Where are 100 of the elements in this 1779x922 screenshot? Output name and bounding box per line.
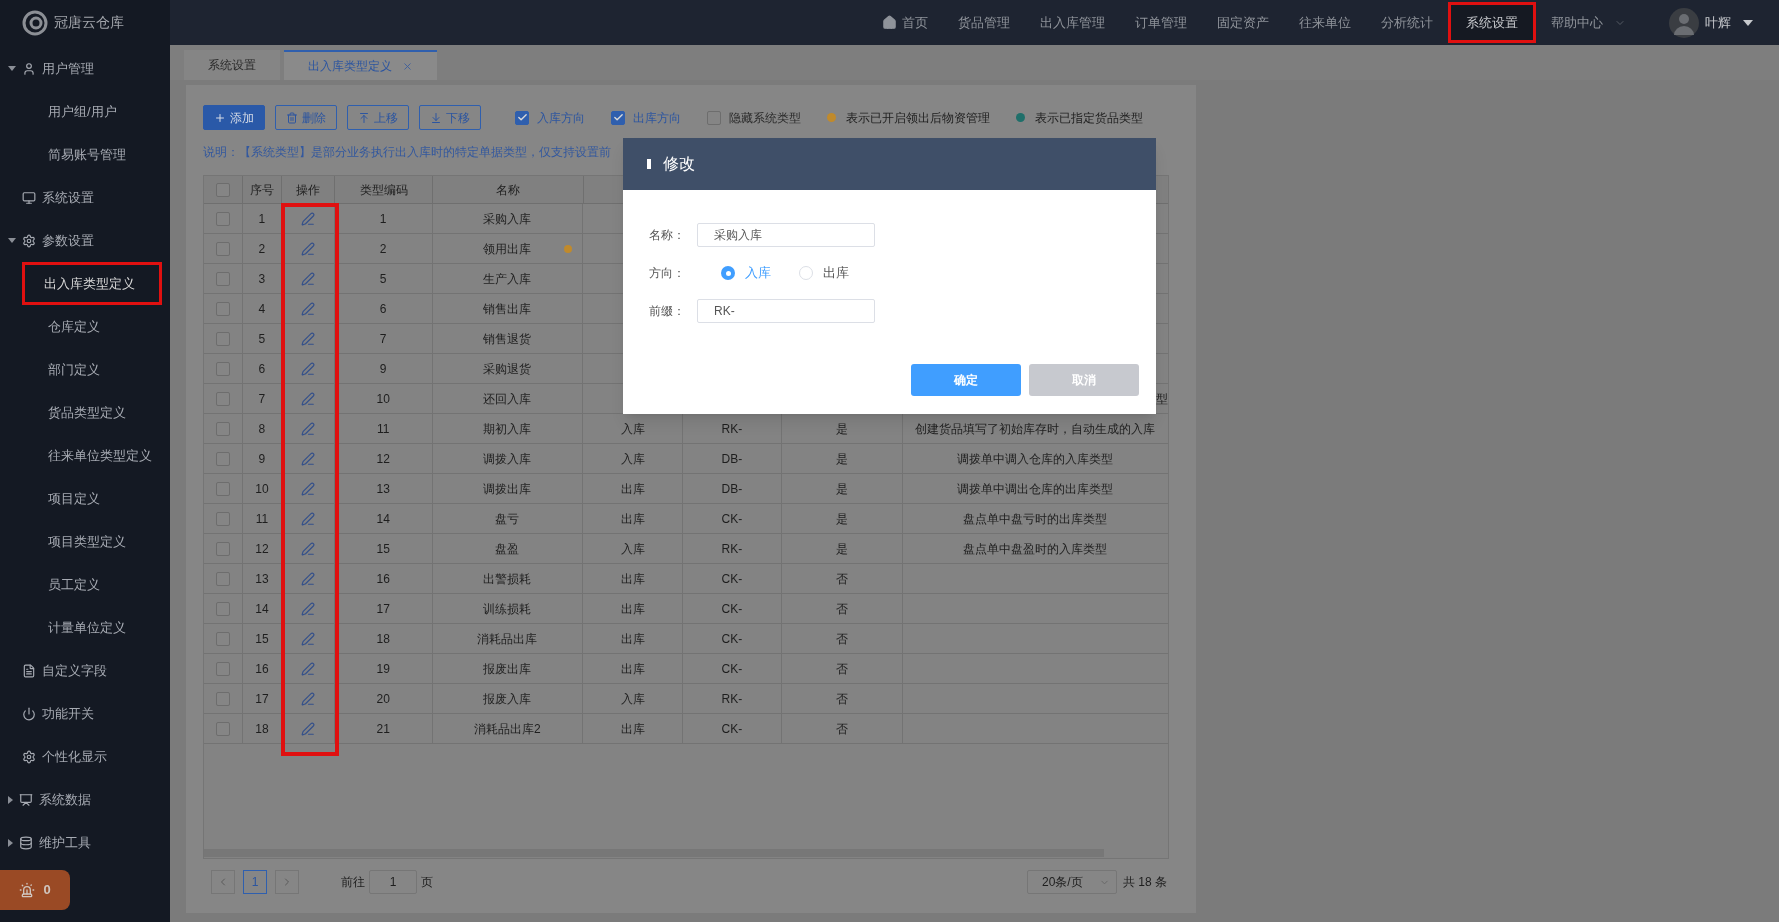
text-field[interactable]: RK- [697,299,875,323]
table-cell-text: 出库 [620,630,645,648]
table-cell-text: 是 [835,540,848,558]
sidebar-item[interactable]: 出入库类型定义 [22,262,162,305]
sidebar-group[interactable]: 系统设置 [0,176,170,219]
radio-option[interactable]: 出库 [799,263,849,283]
edit-icon[interactable] [300,571,315,586]
edit-icon[interactable] [300,211,315,226]
nav-item[interactable]: 出入库管理 [1025,2,1120,43]
brand-name: 冠唐云仓库 [54,13,124,32]
edit-icon[interactable] [300,541,315,556]
table-cell: 16 [334,564,433,594]
checkbox[interactable] [215,241,230,256]
sidebar-group[interactable]: 功能开关 [0,692,170,735]
checkbox[interactable] [216,182,230,197]
sidebar-group[interactable]: 自定义字段 [0,649,170,692]
checkbox[interactable] [215,421,230,436]
sidebar-group[interactable]: 维护工具 [0,821,170,864]
edit-icon[interactable] [300,301,315,316]
next-page-button[interactable] [275,870,299,895]
edit-icon[interactable] [300,421,315,436]
checkbox[interactable] [515,110,529,125]
checkbox[interactable] [215,511,230,526]
edit-icon[interactable] [300,361,315,376]
checkbox[interactable] [215,631,230,646]
sidebar-item[interactable]: 简易账号管理 [0,133,170,176]
goto-field[interactable]: 1 [369,870,417,895]
edit-icon[interactable] [300,511,315,526]
checkbox[interactable] [215,451,230,466]
checkbox[interactable] [215,211,230,226]
checkbox[interactable] [707,110,721,125]
table-cell-text: 否 [835,570,848,588]
checkbox[interactable] [215,271,230,286]
checkbox[interactable] [215,391,230,406]
edit-icon[interactable] [300,391,315,406]
sidebar-label: 个性化显示 [42,747,107,766]
sidebar-item[interactable]: 项目类型定义 [0,520,170,563]
table-cell-text: 是 [835,480,848,498]
checkbox[interactable] [215,691,230,706]
edit-icon[interactable] [300,451,315,466]
table-cell-text: 盘亏 [495,510,520,528]
tab[interactable]: 系统设置 [184,50,280,80]
sidebar-item[interactable]: 员工定义 [0,563,170,606]
checkbox[interactable] [215,661,230,676]
table-cell-text: 出库 [620,720,645,738]
close-icon[interactable] [402,60,413,72]
checkbox[interactable] [215,721,230,736]
sidebar-group[interactable]: 系统数据 [0,778,170,821]
checkbox[interactable] [215,331,230,346]
toolbar-button[interactable]: 添加 [203,105,265,130]
nav-item[interactable]: 往来单位 [1284,2,1366,43]
sidebar-item[interactable]: 部门定义 [0,348,170,391]
nav-item[interactable]: 固定资产 [1202,2,1284,43]
edit-icon[interactable] [300,331,315,346]
sidebar-item[interactable]: 货品类型定义 [0,391,170,434]
checkbox[interactable] [215,601,230,616]
alarm-button[interactable]: 0 [0,870,70,910]
sidebar-item[interactable]: 计量单位定义 [0,606,170,649]
checkbox[interactable] [611,110,625,125]
table-cell-text: CK- [721,600,743,618]
nav-item[interactable]: 分析统计 [1366,2,1448,43]
edit-icon[interactable] [300,601,315,616]
table-cell: 9 [242,444,282,474]
sidebar-group[interactable]: 参数设置 [0,219,170,262]
nav-item[interactable]: 帮助中心 [1536,2,1641,43]
checkbox[interactable] [215,361,230,376]
table-cell-text: CK- [721,630,743,648]
edit-icon[interactable] [300,691,315,706]
edit-icon[interactable] [300,631,315,646]
nav-item[interactable]: 系统设置 [1448,2,1536,43]
edit-icon[interactable] [300,721,315,736]
sidebar-item[interactable]: 往来单位类型定义 [0,434,170,477]
nav-item[interactable]: 货品管理 [943,2,1025,43]
table-cell: 18 [334,624,433,654]
text-field[interactable]: 采购入库 [697,223,875,247]
table-cell: 15 [334,534,433,564]
table-cell-text: DB- [721,450,743,468]
siren-icon [19,882,36,898]
edit-icon[interactable] [300,661,315,676]
page-size-select[interactable]: 20条/页 [1027,870,1117,895]
edit-icon[interactable] [300,481,315,496]
radio-button[interactable] [799,266,813,280]
sidebar-item[interactable]: 仓库定义 [0,305,170,348]
nav-item[interactable]: 首页 [867,2,943,43]
checkbox[interactable] [215,301,230,316]
title-bar-icon [647,159,651,169]
sidebar-group[interactable]: 用户管理 [0,47,170,90]
edit-icon[interactable] [300,241,315,256]
checkbox[interactable] [215,481,230,496]
table-cell-text: 入库 [620,690,645,708]
sidebar-item[interactable]: 项目定义 [0,477,170,520]
sidebar-item[interactable]: 用户组/用户 [0,90,170,133]
nav-item[interactable]: 订单管理 [1120,2,1202,43]
edit-icon[interactable] [300,271,315,286]
checkbox[interactable] [215,541,230,556]
checkbox[interactable] [215,571,230,586]
sidebar-group[interactable]: 个性化显示 [0,735,170,778]
table-cell-text: 调拨入库 [483,450,532,468]
user-name[interactable]: 叶辉 [1705,12,1731,33]
radio-button[interactable] [721,266,735,280]
